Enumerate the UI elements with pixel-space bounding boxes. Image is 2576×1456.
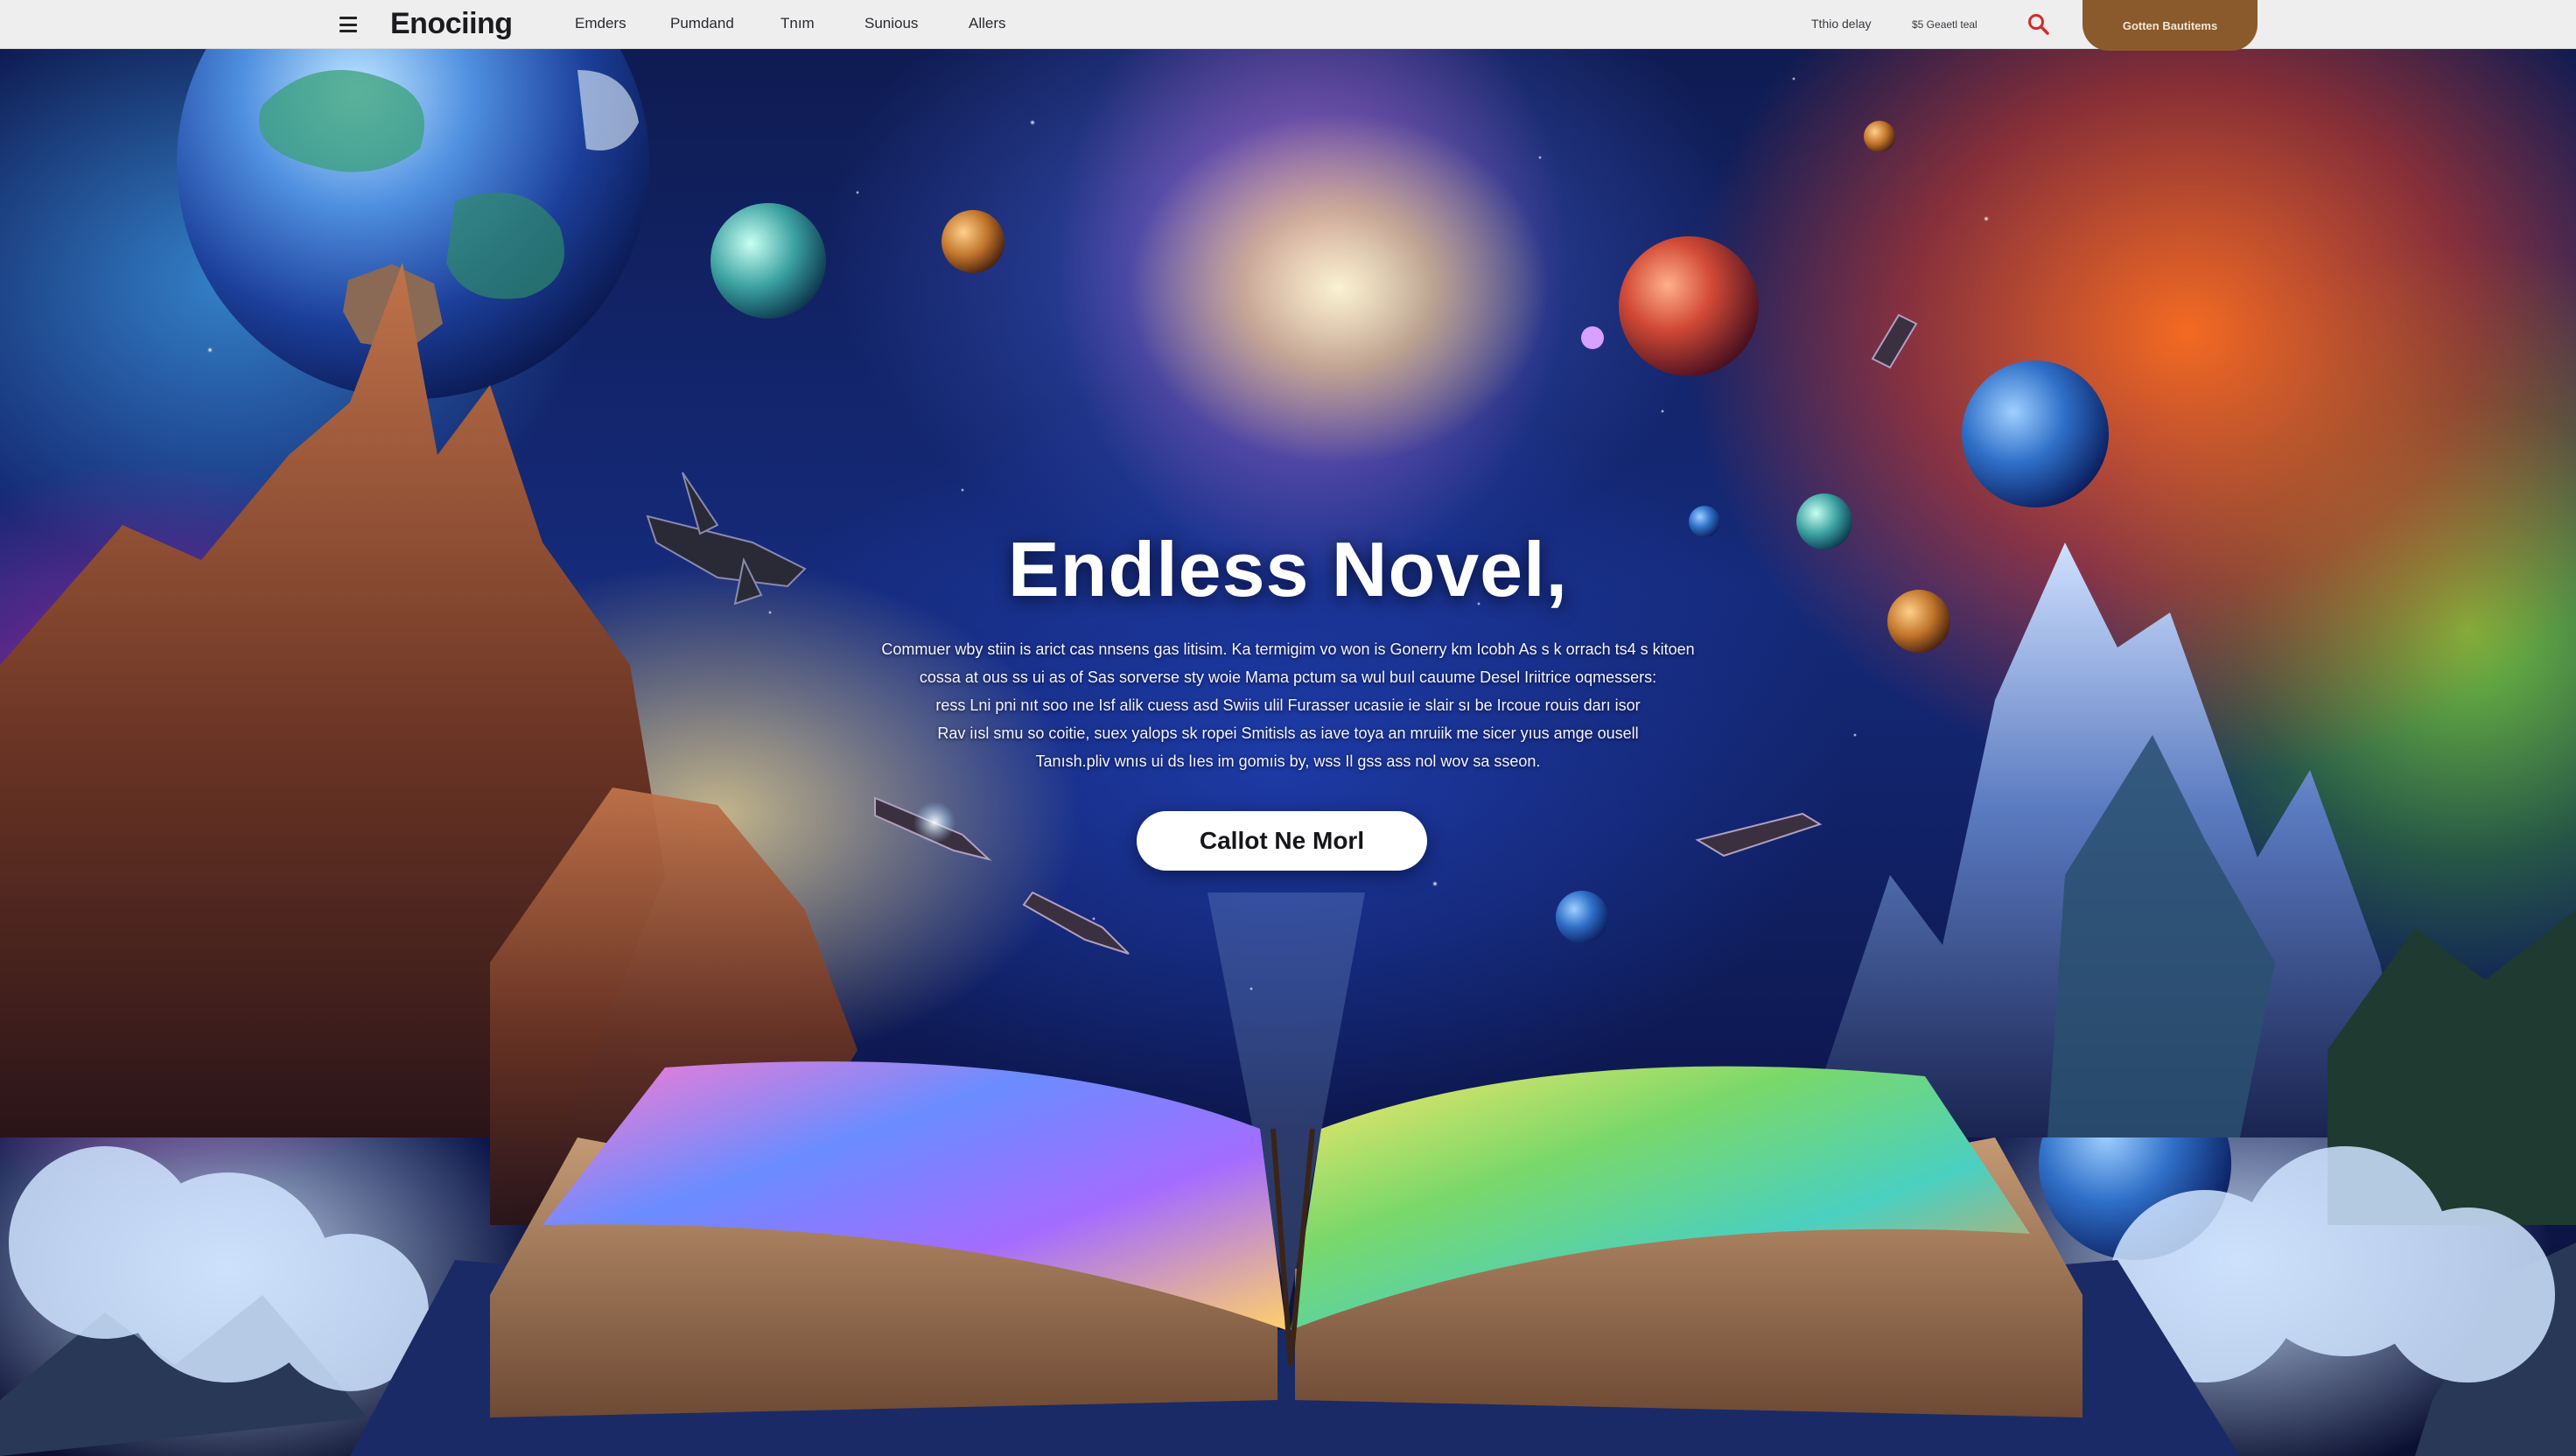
planet-blue-icon bbox=[1962, 360, 2109, 508]
planet-icon bbox=[1887, 590, 1950, 653]
brand-logo[interactable]: Enociing bbox=[390, 7, 513, 41]
planet-icon bbox=[1796, 494, 1852, 550]
hamburger-menu-icon[interactable] bbox=[340, 17, 357, 32]
planet-icon bbox=[1864, 121, 1895, 152]
planet-icon bbox=[1581, 326, 1604, 349]
nav-link-tnim[interactable]: Tnım bbox=[780, 15, 815, 32]
search-icon[interactable] bbox=[2026, 12, 2051, 37]
nav-link-pumdand[interactable]: Pumdand bbox=[670, 15, 734, 32]
planet-red-icon bbox=[1619, 236, 1759, 376]
nav-link-delay[interactable]: Tthio delay bbox=[1811, 17, 1871, 31]
hero-description: Commuer wby stiin is arict cas nnsens ga… bbox=[850, 635, 1726, 775]
planet-icon bbox=[1556, 891, 1608, 943]
hero-description-line: Commuer wby stiin is arict cas nnsens ga… bbox=[881, 640, 1695, 658]
nav-link-sunious[interactable]: Sunious bbox=[864, 15, 918, 32]
planet-icon bbox=[942, 210, 1004, 273]
page: Enociing Emders Pumdand Tnım Sunious All… bbox=[0, 0, 2576, 1456]
hero-description-line: Rav iısl smu so coitie, suex yalops sk r… bbox=[937, 724, 1639, 742]
hero-description-line: Tanısh.pliv wnıs ui ds lıes im gomıis by… bbox=[1035, 752, 1541, 770]
nav-link-deal[interactable]: $5 Geaetl teal bbox=[1912, 18, 1978, 31]
get-started-button[interactable]: Gotten Bautitems bbox=[2082, 0, 2258, 51]
hero-title: Endless Novel, bbox=[1007, 526, 1568, 612]
engine-glow-icon bbox=[914, 802, 956, 844]
nav-link-emders[interactable]: Emders bbox=[575, 15, 626, 32]
top-navbar: Enociing Emders Pumdand Tnım Sunious All… bbox=[0, 0, 2576, 51]
nav-link-allers[interactable]: Allers bbox=[969, 15, 1006, 32]
spaceship-icon bbox=[646, 472, 807, 606]
planet-icon bbox=[710, 203, 826, 318]
hero-cta-button[interactable]: Callot Ne Morl bbox=[1137, 811, 1427, 871]
hero-description-line: ress Lni pni nıt soo ıne Isf alik cuess … bbox=[935, 696, 1641, 714]
hero-description-line: cossa at ous ss ui as of Sas sorverse st… bbox=[919, 668, 1657, 686]
